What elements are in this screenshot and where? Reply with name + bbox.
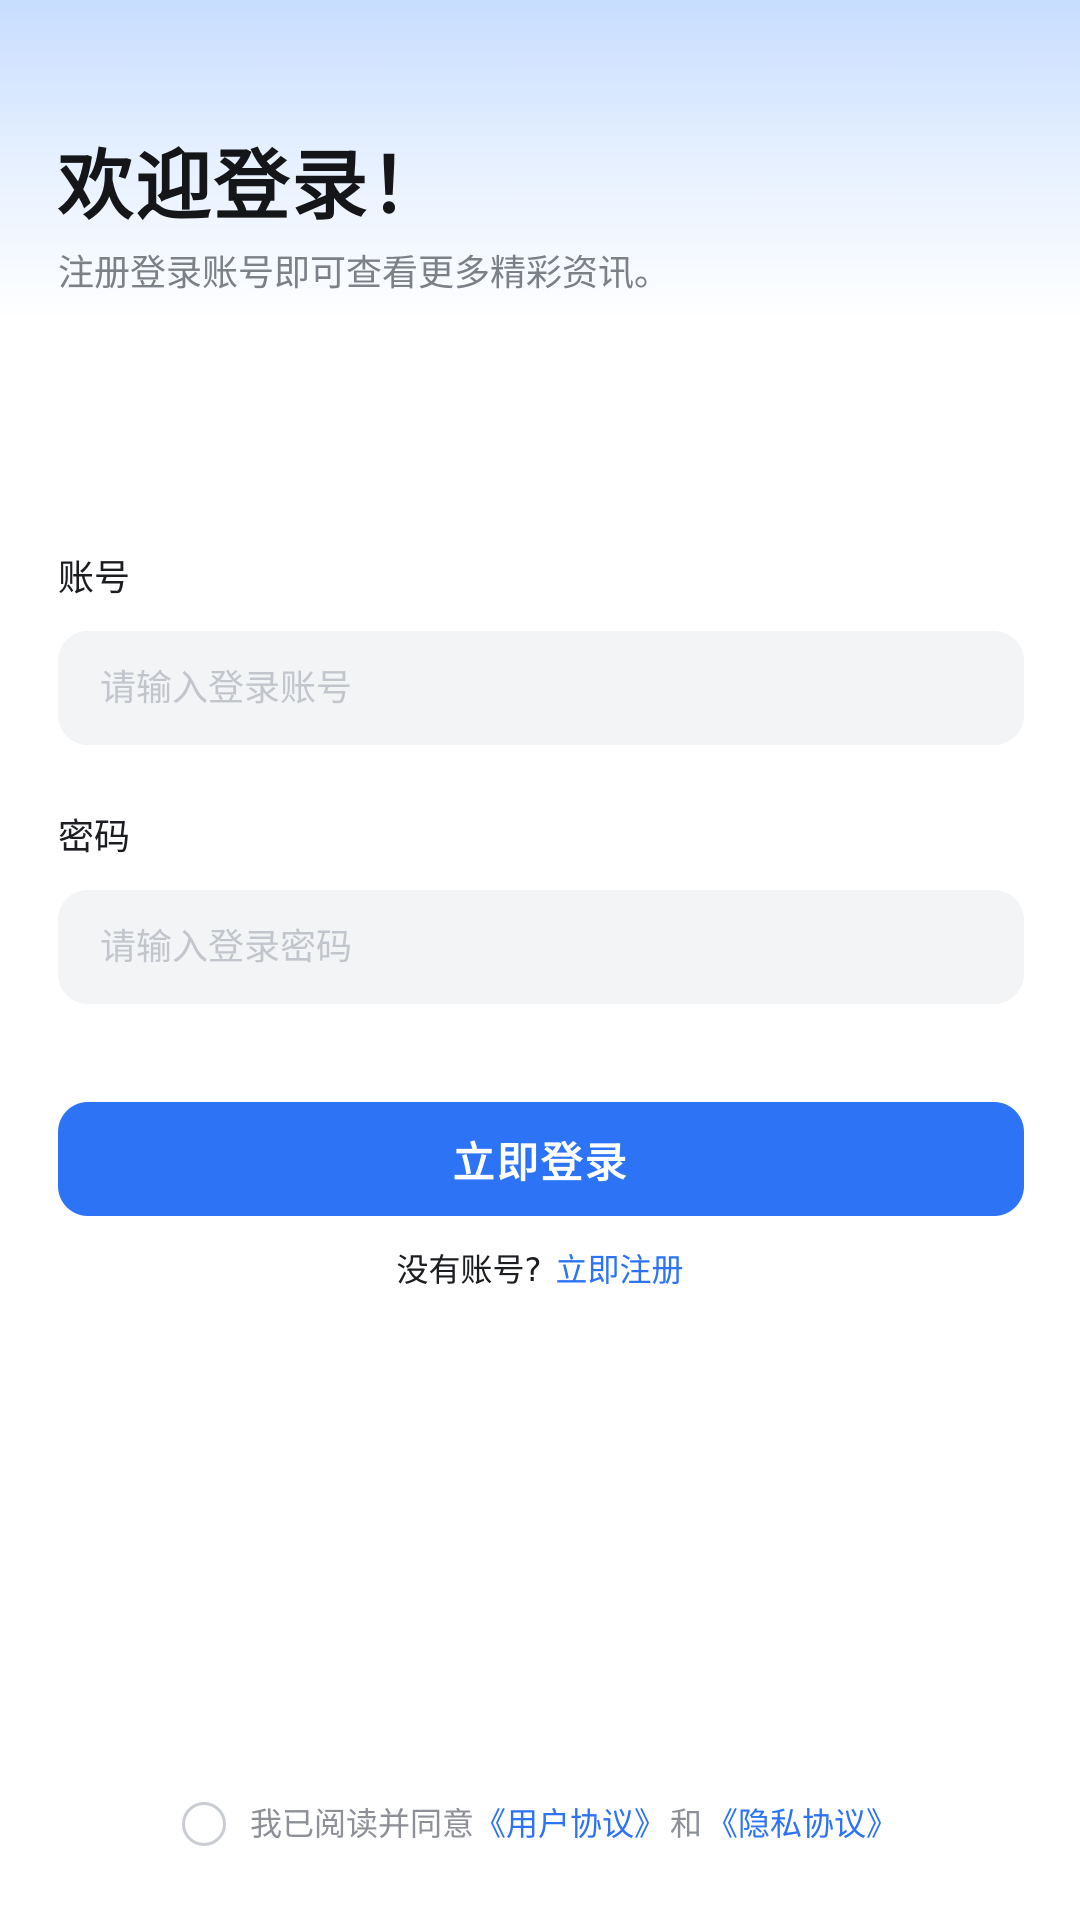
password-label: 密码: [58, 817, 131, 858]
register-link[interactable]: 立即注册: [555, 1251, 683, 1289]
login-page: 欢迎登录！ 注册登录账号即可查看更多精彩资讯。 账号 密码 立即登录 没有账号?…: [0, 0, 1080, 1920]
login-button[interactable]: 立即登录: [58, 1102, 1024, 1216]
user-agreement-link[interactable]: 《用户协议》: [474, 1800, 666, 1848]
password-input[interactable]: [58, 890, 1024, 1004]
agreement-row: 我已阅读并同意 《用户协议》 和 《隐私协议》: [0, 1800, 1080, 1848]
agreement-and-text: 和: [670, 1805, 703, 1843]
agreement-checkbox[interactable]: [181, 1802, 226, 1846]
agreement-text: 我已阅读并同意: [249, 1805, 474, 1843]
account-input[interactable]: [58, 631, 1024, 745]
privacy-agreement-link[interactable]: 《隐私协议》: [706, 1800, 898, 1848]
page-subtitle: 注册登录账号即可查看更多精彩资讯。: [58, 253, 671, 294]
register-row: 没有账号? 立即注册: [0, 1248, 1080, 1292]
register-prompt: 没有账号?: [396, 1251, 542, 1289]
account-label: 账号: [58, 558, 131, 599]
page-title: 欢迎登录！: [58, 141, 448, 230]
header: 欢迎登录！ 注册登录账号即可查看更多精彩资讯。: [58, 138, 1018, 298]
